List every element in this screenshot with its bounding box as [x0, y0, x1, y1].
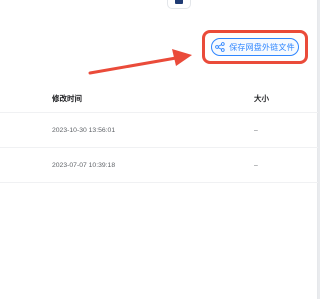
- column-header-size[interactable]: 大小: [254, 93, 269, 104]
- save-link-file-button[interactable]: 保存网盘外链文件: [211, 38, 299, 56]
- row-divider: [0, 182, 318, 183]
- row-size: –: [254, 127, 258, 134]
- highlight-box: 保存网盘外链文件: [202, 30, 308, 64]
- handle-icon: [175, 0, 183, 4]
- save-link-file-label: 保存网盘外链文件: [229, 42, 295, 52]
- column-header-modified[interactable]: 修改时间: [52, 93, 82, 104]
- row-divider: [0, 147, 318, 148]
- annotation-arrow: [88, 49, 192, 75]
- row-size: –: [254, 162, 258, 169]
- share-icon: [215, 42, 225, 52]
- row-modified-time: 2023-10-30 13:56:01: [52, 127, 116, 134]
- row-modified-time: 2023-07-07 10:39:18: [52, 162, 116, 169]
- collapse-handle[interactable]: [167, 0, 191, 9]
- header-divider: [0, 112, 318, 113]
- file-details-panel: 保存网盘外链文件 修改时间 大小 2023-10-30 13:56:01 – 2…: [0, 0, 318, 299]
